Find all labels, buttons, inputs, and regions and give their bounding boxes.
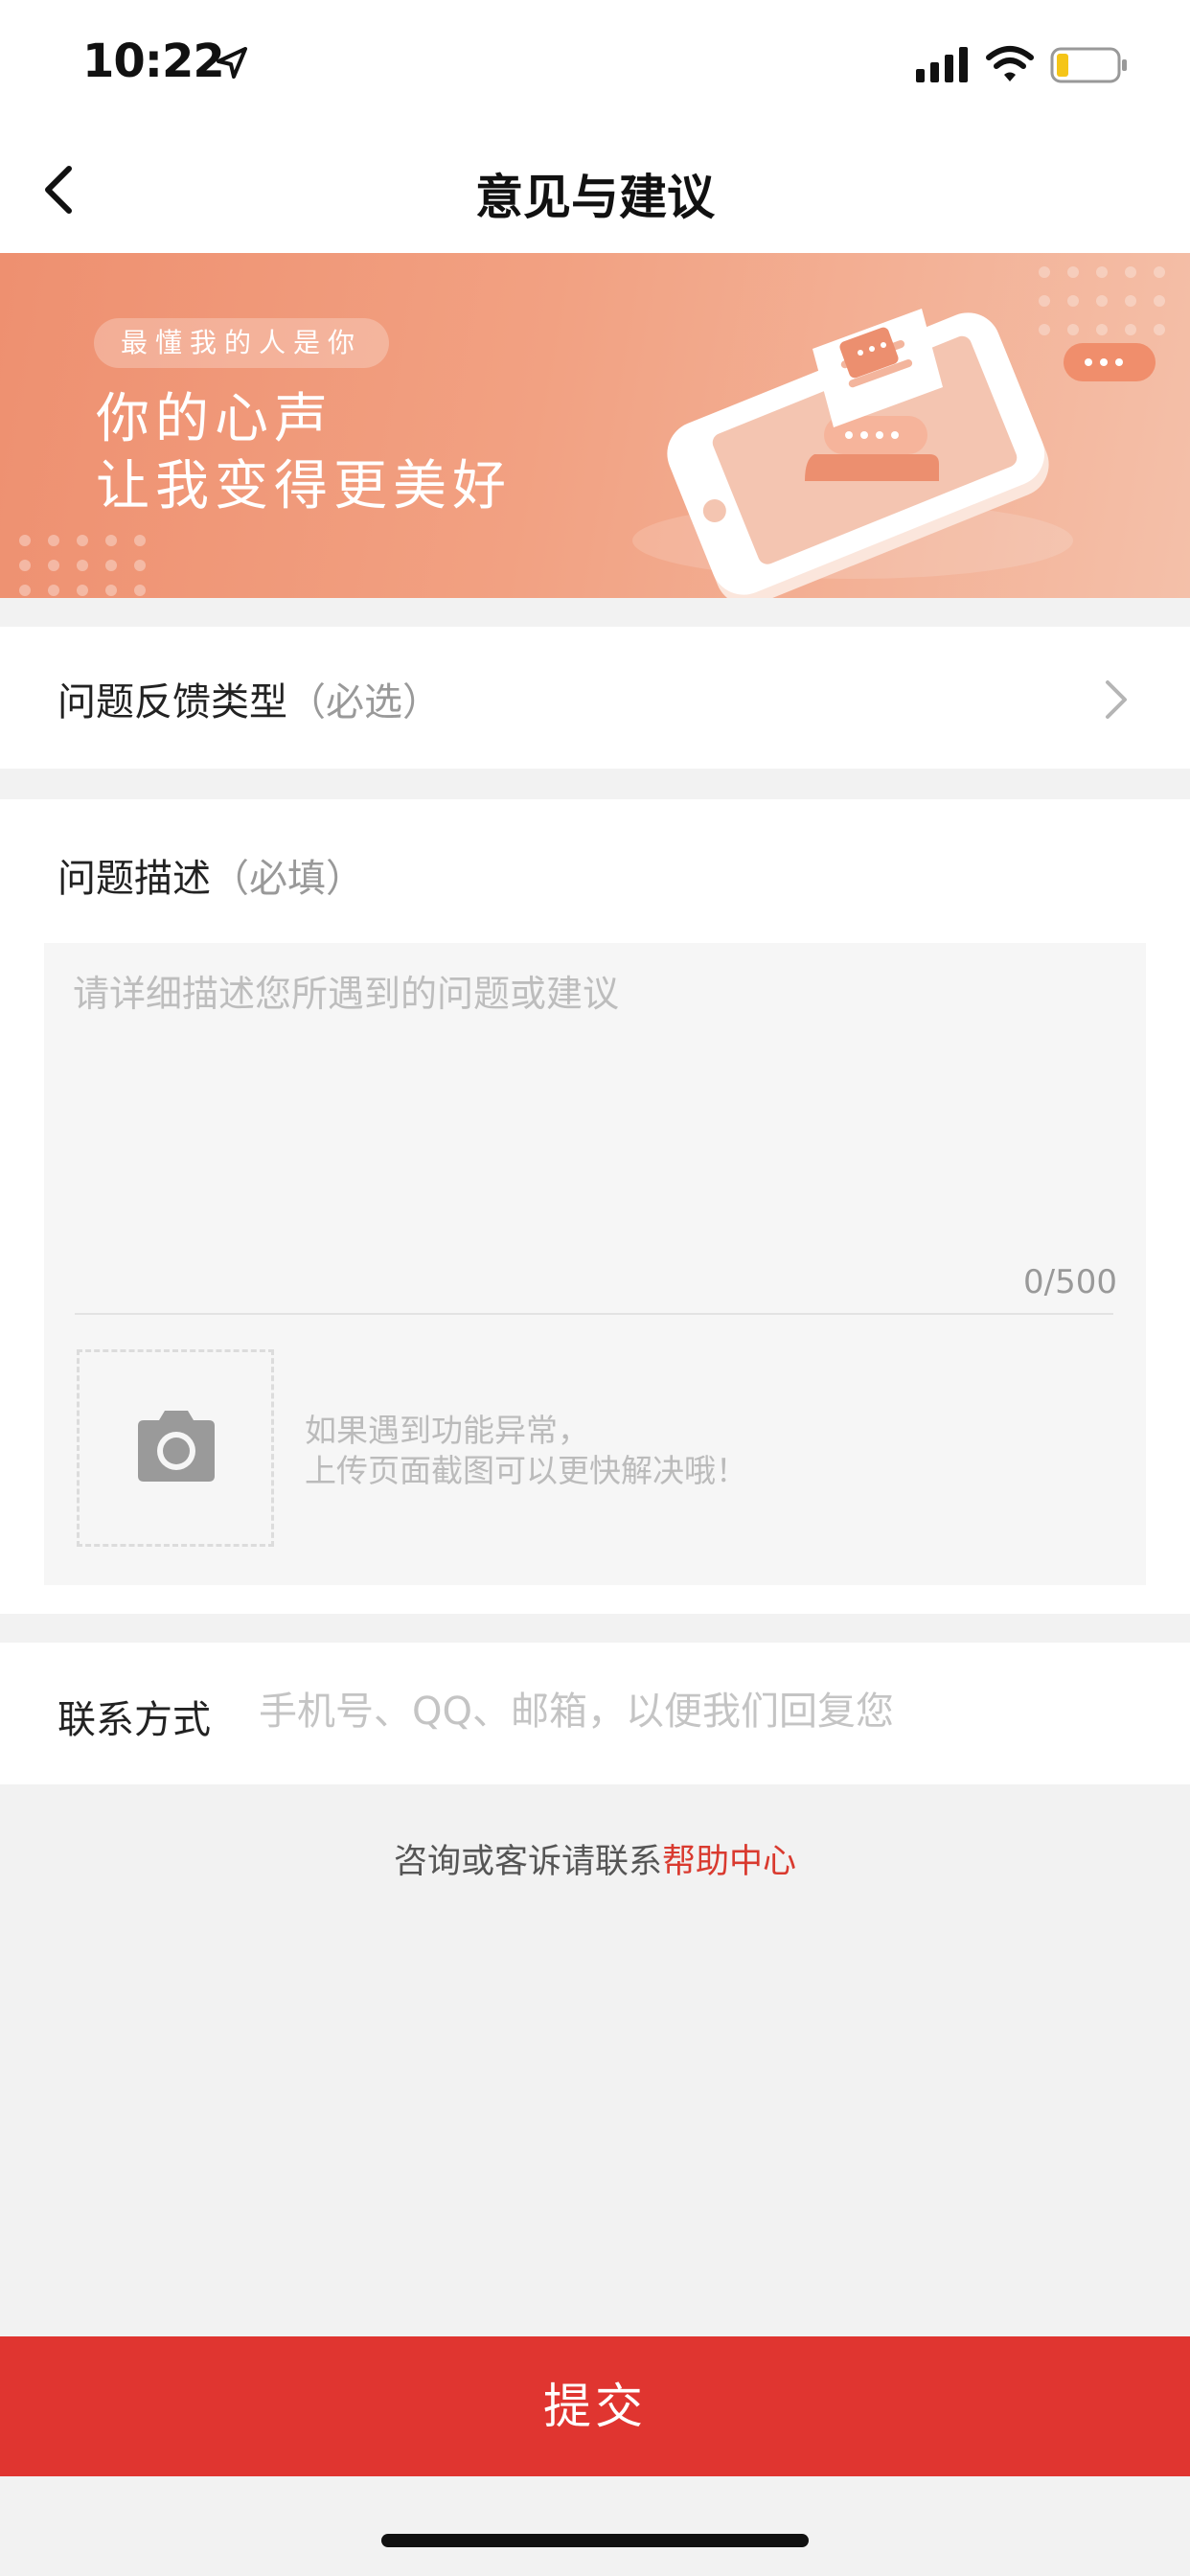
page-title: 意见与建议 [475,170,715,225]
description-placeholder: 请详细描述您所遇到的问题或建议 [73,973,620,1015]
banner-dots-decoration [19,535,146,596]
banner-headline-2: 让我变得更美好 [96,455,512,518]
help-text: 咨询或客诉请联系帮助中心 [0,1834,1190,1883]
contact-input[interactable] [259,1683,1140,1740]
description-title: 问题描述 [57,857,211,901]
banner: 最懂我的人是你 你的心声 让我变得更美好 [0,253,1190,598]
upload-tip-line-1: 如果遇到功能异常， [305,1412,589,1449]
description-hint: （必填） [211,857,364,901]
contact-label: 联系方式 [57,1698,211,1742]
location-arrow-icon [217,47,247,79]
upload-tip-line-2: 上传页面截图可以更快解决哦！ [305,1452,747,1489]
help-center-link[interactable]: 帮助中心 [662,1843,796,1881]
wifi-icon [986,46,1034,81]
divider [75,1313,1113,1315]
feedback-type-label: 问题反馈类型（必选） [57,671,441,726]
submit-button[interactable]: 提交 [0,2336,1190,2476]
banner-dots-decoration-top [1039,266,1165,335]
camera-icon [138,1411,215,1482]
home-indicator [381,2534,809,2547]
banner-headline-1: 你的心声 [96,388,333,450]
description-label: 问题描述（必填） [57,847,364,903]
help-prefix: 咨询或客诉请联系 [393,1843,662,1881]
chevron-right-icon[interactable] [1102,677,1131,723]
signal-icon [916,47,968,82]
character-counter: 0/500 [1023,1263,1117,1301]
feedback-type-title: 问题反馈类型 [57,680,287,724]
status-time: 10:22 [82,34,225,88]
battery-icon [1050,47,1127,83]
banner-pill: 最懂我的人是你 [94,318,390,368]
feedback-type-hint: （必选） [287,680,441,724]
